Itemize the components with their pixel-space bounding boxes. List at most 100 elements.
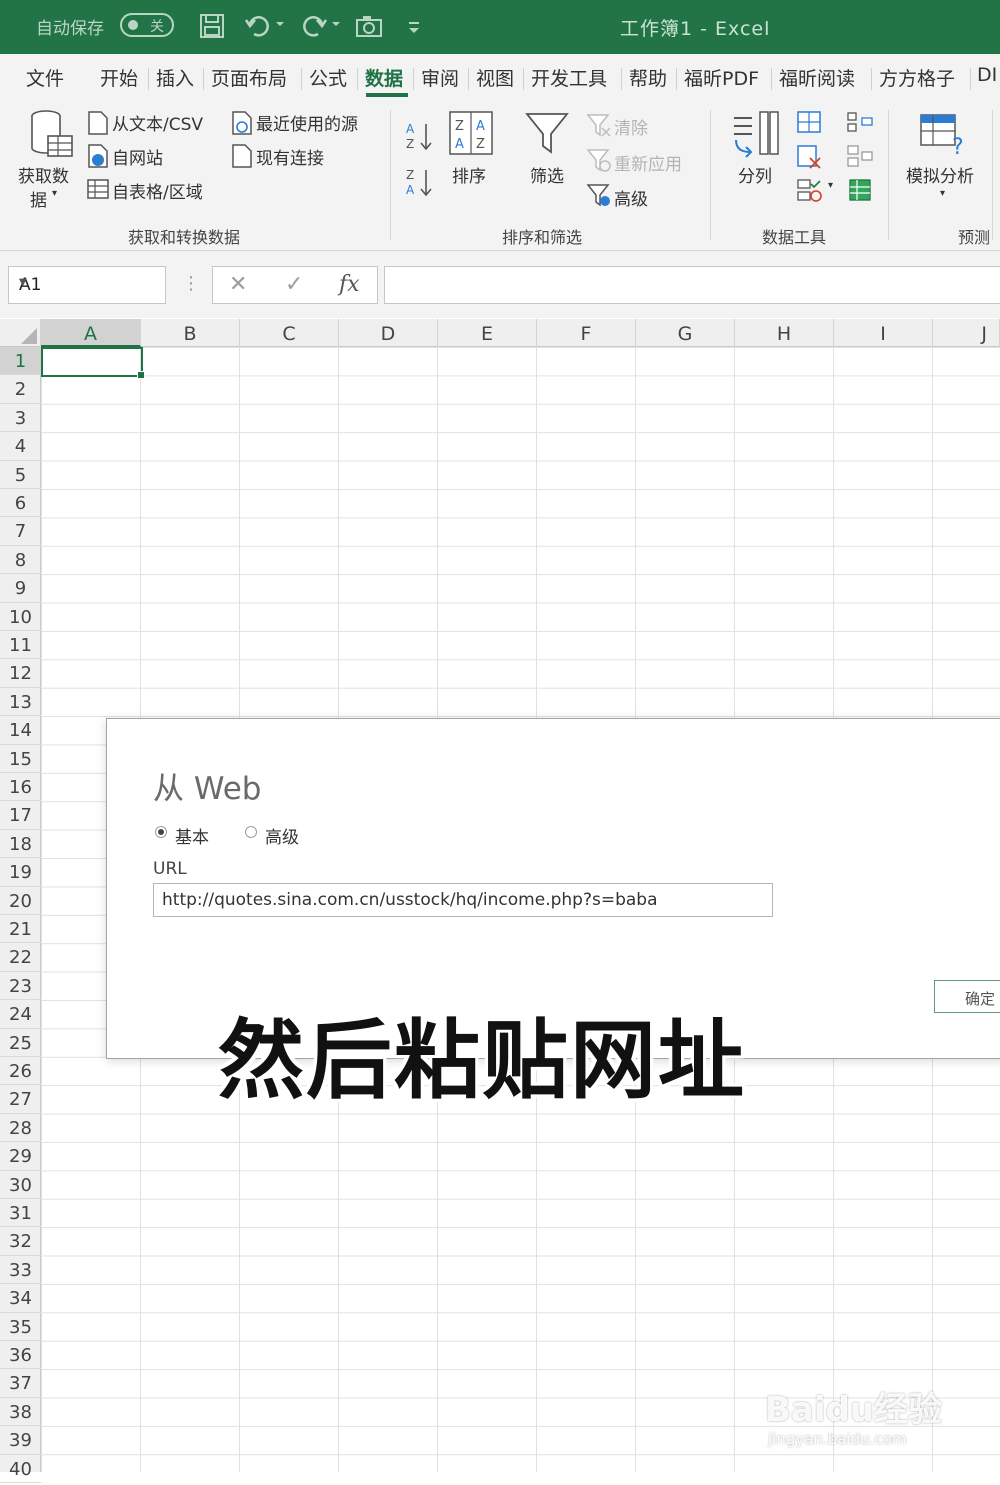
advanced-filter-button[interactable]: 高级	[614, 185, 648, 210]
customize-toolbar-icon[interactable]	[406, 12, 422, 42]
from-table-button[interactable]: 自表格/区域	[112, 178, 203, 203]
data-model-icon[interactable]	[846, 176, 874, 208]
insert-function-icon[interactable]: fx	[339, 272, 360, 297]
name-box[interactable]: A1 ▼	[8, 266, 166, 304]
row-header[interactable]: 32	[0, 1227, 41, 1256]
row-header[interactable]: 20	[0, 887, 41, 915]
row-header[interactable]: 3	[0, 404, 41, 433]
tab-help[interactable]: 帮助	[629, 64, 667, 91]
tab-insert[interactable]: 插入	[156, 64, 194, 91]
row-header[interactable]: 34	[0, 1284, 41, 1313]
row-header[interactable]: 8	[0, 546, 41, 575]
consolidate-icon[interactable]	[846, 110, 874, 138]
from-text-csv-button[interactable]: 从文本/CSV	[112, 110, 203, 135]
url-input[interactable]: http://quotes.sina.com.cn/usstock/hq/inc…	[153, 883, 773, 917]
column-header-i[interactable]: I	[834, 319, 933, 347]
column-header-f[interactable]: F	[537, 319, 636, 347]
what-if-analysis-button[interactable]: 模拟分析	[906, 162, 974, 187]
row-header[interactable]: 35	[0, 1313, 41, 1341]
row-header[interactable]: 2	[0, 375, 41, 404]
column-header-g[interactable]: G	[636, 319, 735, 347]
row-header[interactable]: 37	[0, 1369, 41, 1398]
select-all-button[interactable]	[0, 319, 41, 347]
row-header[interactable]: 21	[0, 915, 41, 944]
row-header[interactable]: 4	[0, 432, 41, 461]
row-header[interactable]: 13	[0, 688, 41, 717]
tab-page-layout[interactable]: 页面布局	[211, 64, 287, 91]
row-header[interactable]: 19	[0, 858, 41, 887]
clear-filter-button[interactable]: 清除	[614, 114, 648, 139]
sort-button[interactable]: 排序	[452, 162, 486, 187]
row-header[interactable]: 29	[0, 1142, 41, 1171]
row-header[interactable]: 18	[0, 830, 41, 859]
enter-icon[interactable]: ✓	[285, 272, 303, 297]
row-header[interactable]: 23	[0, 972, 41, 1001]
flash-fill-icon[interactable]	[796, 110, 822, 138]
recent-sources-button[interactable]: 最近使用的源	[256, 110, 358, 135]
tab-formulas[interactable]: 公式	[309, 64, 347, 91]
radio-basic-dot[interactable]	[155, 826, 167, 838]
tab-review[interactable]: 审阅	[421, 64, 459, 91]
sort-descending-icon[interactable]: ZA	[404, 166, 436, 204]
row-header[interactable]: 36	[0, 1341, 41, 1370]
more-options-icon[interactable]: ⋮	[182, 273, 200, 294]
row-header[interactable]: 39	[0, 1426, 41, 1455]
column-header-j[interactable]: J	[933, 319, 1000, 347]
relationships-icon[interactable]	[846, 144, 874, 172]
row-header[interactable]: 24	[0, 1000, 41, 1029]
active-cell-a1[interactable]	[41, 347, 145, 379]
get-data-button-line2[interactable]: 据	[30, 186, 47, 211]
column-header-a[interactable]: A	[41, 319, 141, 347]
radio-advanced-dot[interactable]	[245, 826, 257, 838]
tab-foxit-reader[interactable]: 福昕阅读	[779, 64, 855, 91]
row-header[interactable]: 31	[0, 1199, 41, 1228]
chevron-down-icon[interactable]: ▼	[19, 277, 157, 288]
tab-file[interactable]: 文件	[26, 64, 64, 91]
row-header[interactable]: 6	[0, 489, 41, 518]
row-header[interactable]: 25	[0, 1029, 41, 1057]
tab-data[interactable]: 数据	[365, 64, 403, 91]
row-header[interactable]: 17	[0, 801, 41, 830]
row-header[interactable]: 22	[0, 943, 41, 972]
row-header[interactable]: 28	[0, 1114, 41, 1143]
from-web-button[interactable]: 自网站	[112, 144, 163, 169]
text-to-columns-button[interactable]: 分列	[738, 162, 772, 187]
row-header[interactable]: 16	[0, 773, 41, 802]
row-header[interactable]: 26	[0, 1057, 41, 1086]
redo-icon[interactable]	[300, 12, 340, 42]
row-header[interactable]: 7	[0, 517, 41, 546]
remove-duplicates-icon[interactable]	[796, 144, 822, 174]
filter-button[interactable]: 筛选	[530, 162, 564, 187]
formula-input[interactable]	[384, 266, 1000, 304]
cancel-icon[interactable]: ✕	[229, 272, 247, 297]
column-header-e[interactable]: E	[438, 319, 537, 347]
tab-di[interactable]: DI	[977, 64, 997, 86]
row-header[interactable]: 15	[0, 745, 41, 773]
column-header-c[interactable]: C	[240, 319, 339, 347]
row-header[interactable]: 1	[0, 347, 41, 376]
data-validation-icon[interactable]	[796, 178, 822, 208]
row-header[interactable]: 38	[0, 1398, 41, 1427]
undo-icon[interactable]	[244, 12, 284, 42]
row-header[interactable]: 11	[0, 631, 41, 660]
row-header[interactable]: 9	[0, 574, 41, 603]
ok-button[interactable]: 确定	[934, 980, 1000, 1013]
reapply-filter-button[interactable]: 重新应用	[614, 150, 682, 175]
existing-connections-button[interactable]: 现有连接	[256, 144, 324, 169]
save-icon[interactable]	[198, 12, 226, 42]
row-header[interactable]: 14	[0, 716, 41, 745]
row-header[interactable]: 27	[0, 1085, 41, 1114]
tab-view[interactable]: 视图	[476, 64, 514, 91]
row-header[interactable]: 30	[0, 1171, 41, 1199]
row-header[interactable]: 10	[0, 603, 41, 631]
column-header-d[interactable]: D	[339, 319, 438, 347]
row-header[interactable]: 5	[0, 461, 41, 489]
tab-home[interactable]: 开始	[100, 64, 138, 91]
column-header-b[interactable]: B	[141, 319, 240, 347]
row-header[interactable]: 33	[0, 1256, 41, 1285]
row-header[interactable]: 40	[0, 1455, 41, 1483]
tab-fangfang[interactable]: 方方格子	[879, 64, 955, 91]
sort-ascending-icon[interactable]: AZ	[404, 120, 436, 158]
get-data-button[interactable]: 获取数	[18, 162, 69, 187]
tab-developer[interactable]: 开发工具	[531, 64, 607, 91]
